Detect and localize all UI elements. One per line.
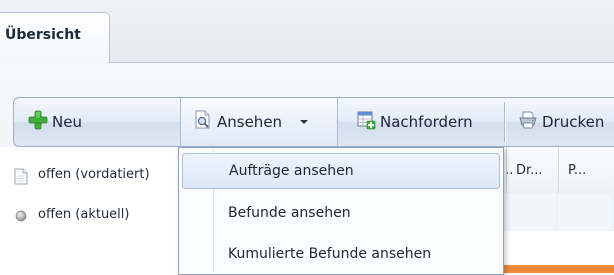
view-button-label: Ansehen (217, 113, 283, 131)
request-more-button[interactable]: Nachfordern (348, 98, 504, 146)
menu-item-label: Kumulierte Befunde ansehen (228, 246, 432, 262)
printer-icon (518, 110, 538, 134)
tab-overview[interactable]: Übersicht (0, 12, 110, 64)
row-status-label: offen (vordatiert) (38, 167, 150, 182)
toolbar-separator (504, 102, 505, 142)
menu-item-label: Aufträge ansehen (229, 163, 354, 179)
print-button[interactable]: Drucken (510, 98, 614, 146)
app-window: Übersicht Neu Ansehen Nachfordern Drucke… (0, 0, 614, 275)
magnifier-document-icon (193, 110, 213, 134)
tab-overview-label: Übersicht (5, 27, 81, 43)
row-status-label: offen (aktuell) (38, 207, 130, 222)
plus-icon (28, 110, 48, 134)
document-icon (14, 168, 28, 189)
status-dot-icon (15, 210, 27, 226)
request-more-button-label: Nachfordern (380, 113, 473, 131)
chevron-down-icon[interactable] (300, 120, 309, 124)
table-add-icon (356, 110, 376, 134)
view-dropdown-menu: Aufträge ansehen Befunde ansehen Kumulie… (178, 147, 504, 275)
print-button-label: Drucken (542, 113, 605, 131)
tab-strip: Übersicht (0, 0, 614, 64)
menu-item-view-results[interactable]: Befunde ansehen (182, 195, 500, 231)
toolbar: Neu Ansehen Nachfordern Drucken (13, 97, 614, 147)
menu-item-view-orders[interactable]: Aufträge ansehen (182, 153, 500, 189)
status-color-bar (500, 265, 614, 273)
new-button[interactable]: Neu (20, 98, 180, 146)
menu-item-label: Befunde ansehen (228, 205, 351, 221)
view-button[interactable]: Ansehen (180, 98, 338, 146)
new-button-label: Neu (52, 113, 82, 131)
menu-item-view-cumulative-results[interactable]: Kumulierte Befunde ansehen (182, 236, 500, 272)
